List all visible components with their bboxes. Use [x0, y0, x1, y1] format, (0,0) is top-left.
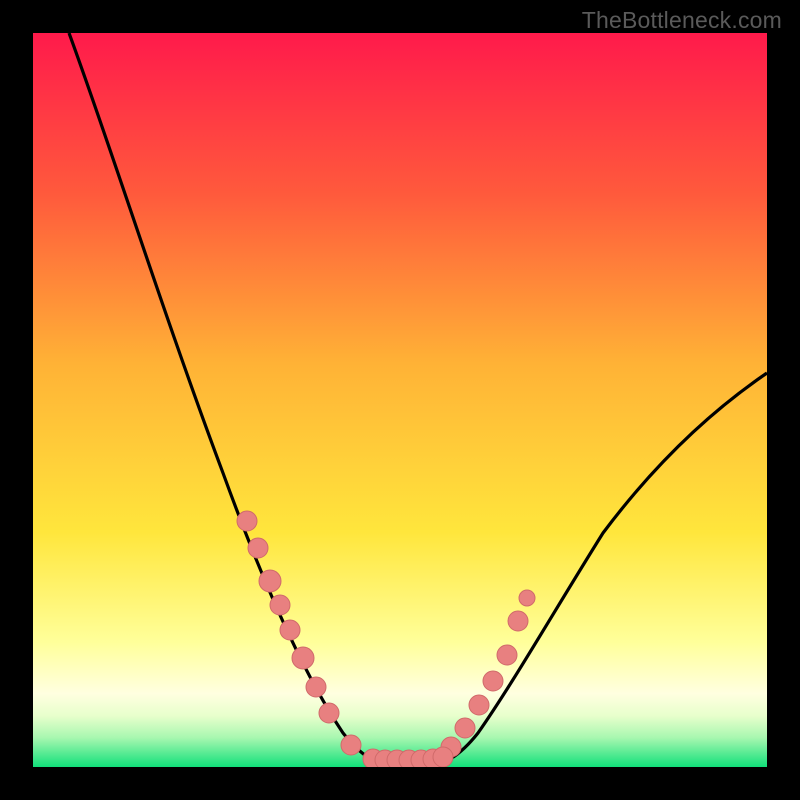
outer-frame: TheBottleneck.com — [0, 0, 800, 800]
gradient-bg — [33, 33, 767, 767]
dots-flat — [363, 747, 453, 767]
plot-area — [33, 33, 767, 767]
chart-svg — [33, 33, 767, 767]
watermark-text: TheBottleneck.com — [582, 7, 782, 34]
